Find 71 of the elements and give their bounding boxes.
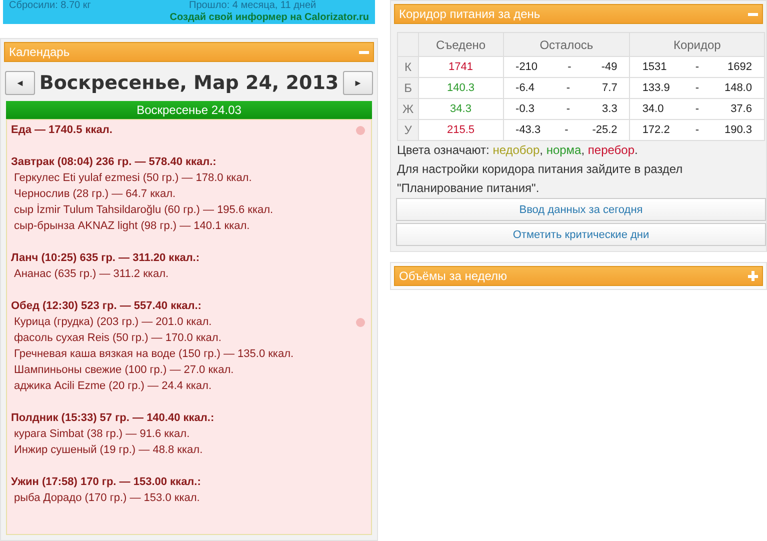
- panel-title: Коридор питания за день: [399, 7, 540, 21]
- table-cell: -210: [516, 61, 538, 73]
- row-label: У: [398, 120, 418, 140]
- table-cell: 1692: [728, 61, 752, 73]
- food-item: фасоль сухая Reis (50 гр.) — 170.0 ккал.: [13, 331, 222, 346]
- action-button[interactable]: Ввод данных за сегодня: [396, 198, 766, 221]
- row-label: Б: [398, 78, 418, 98]
- eaten-cell: 215.5: [418, 120, 504, 140]
- food-item: Ананас (635 гр.) — 311.2 ккал.: [13, 267, 170, 282]
- informer-link[interactable]: Создай свой информер на Calorizator.ru: [170, 12, 369, 24]
- row-label: К: [398, 56, 418, 78]
- table-cell: -0.3: [516, 103, 534, 115]
- food-item: рыба Дорадо (170 гр.) — 153.0 ккал.: [13, 491, 201, 506]
- date-title: Воскресенье, Мар 24, 2013: [39, 72, 339, 94]
- table-cell: 148.0: [724, 82, 752, 94]
- next-button[interactable]: ►: [342, 71, 373, 95]
- meal-title: Завтрак (08:04) 236 гр. — 578.40 ккал.:: [11, 155, 218, 170]
- panel-title: Объёмы за неделю: [399, 269, 508, 283]
- food-item: Шампиньоны свежие (100 гр.) — 27.0 ккал.: [13, 363, 235, 378]
- table-cell: 190.3: [724, 124, 752, 136]
- day-header: Воскресенье 24.03: [6, 101, 372, 119]
- action-button[interactable]: Отметить критические дни: [396, 223, 766, 246]
- column-header: Коридор: [630, 32, 764, 56]
- table-cell: 1531: [642, 61, 667, 73]
- column-header: Осталось: [503, 32, 630, 56]
- food-item: Гречневая каша вязкая на воде (150 гр.) — 135.0 ккал.: [13, 347, 295, 362]
- prev-button[interactable]: ◄: [5, 71, 35, 95]
- food-item: сыр İzmir Tulum Tahsildaroğlu (60 гр.) — 195.6 ккал.: [13, 202, 274, 218]
- table-cell: -43.3: [516, 124, 541, 136]
- meal-title: Обед (12:30) 523 гр. — 557.40 ккал.:: [11, 299, 202, 314]
- plus-icon[interactable]: [748, 271, 758, 281]
- table-cell: -6.4: [516, 82, 534, 94]
- dot-icon: [356, 318, 365, 327]
- table-cell: 7.7: [602, 82, 618, 94]
- table-cell: -49: [601, 61, 618, 73]
- panel-title: Календарь: [9, 45, 70, 59]
- food-item: Чернослив (28 гр.) — 64.7 ккал.: [13, 187, 177, 202]
- table-cell: -25.2: [592, 124, 618, 136]
- table-cell: 133.9: [642, 82, 670, 94]
- meal-title: Полдник (15:33) 57 гр. — 140.40 ккал.:: [11, 411, 216, 426]
- eaten-cell: 1741: [418, 56, 504, 78]
- table-cell: 34.0: [642, 103, 664, 115]
- separator: -: [695, 103, 699, 115]
- dot-icon: [356, 126, 365, 135]
- separator: -: [695, 82, 699, 94]
- separator: -: [564, 124, 568, 136]
- food-item: Инжир сушеный (19 гр.) — 48.8 ккал.: [13, 443, 204, 458]
- eaten-cell: 34.3: [418, 98, 504, 120]
- color-legend: Цвета означают: недобор, норма, перебор.: [394, 141, 763, 160]
- table-cell: 37.6: [730, 103, 752, 115]
- separator: -: [566, 103, 570, 115]
- food-item: сыр-брынза AKNAZ light (98 гр.) — 140.1 ккал.: [13, 219, 251, 234]
- food-item: Курица (грудка) (203 гр.) — 201.0 ккал.: [13, 315, 213, 330]
- weight-lost: Сбросили: 8.70 кг: [9, 0, 92, 12]
- table-cell: 3.3: [602, 103, 618, 115]
- separator: -: [568, 61, 572, 73]
- total-calories: Еда — 1740.5 ккал.: [11, 123, 114, 138]
- separator: -: [566, 82, 570, 94]
- meal-title: Ужин (17:58) 170 гр. — 153.00 ккал.:: [11, 475, 202, 490]
- column-header: Съедено: [418, 32, 504, 56]
- food-item: курага Simbat (38 гр.) — 91.6 ккал.: [13, 427, 191, 442]
- row-label: Ж: [398, 98, 418, 120]
- food-item: Геркулес Eti yulaf ezmesi (50 гр.) — 178.0 ккал.: [13, 171, 253, 186]
- settings-note: Для настройки коридора питания зайдите в раздел "Планирование питания".: [396, 161, 684, 197]
- elapsed-time: Прошло: 4 месяца, 11 дней: [189, 0, 318, 12]
- meal-title: Ланч (10:25) 635 гр. — 311.20 ккал.:: [11, 251, 201, 266]
- separator: -: [695, 61, 699, 73]
- separator: -: [695, 124, 699, 136]
- eaten-cell: 140.3: [418, 78, 504, 98]
- food-item: аджика Acili Ezme (20 гр.) — 24.4 ккал.: [13, 379, 213, 394]
- table-cell: 172.2: [642, 124, 670, 136]
